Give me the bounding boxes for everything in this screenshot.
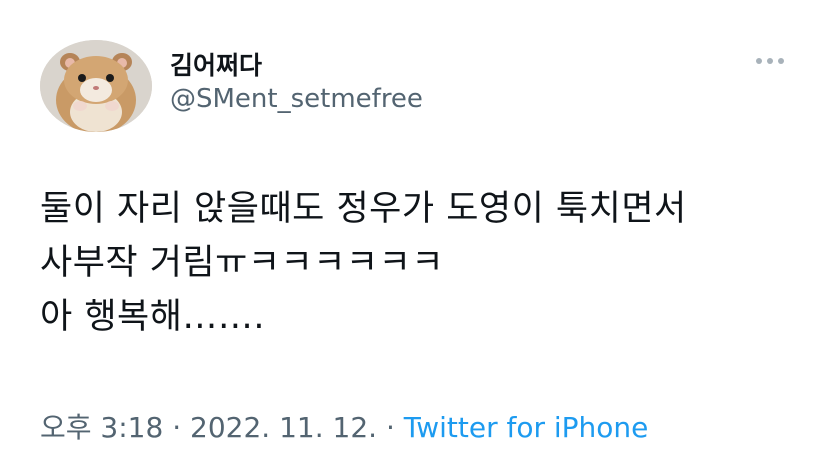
tweet-source-link[interactable]: Twitter for iPhone xyxy=(404,411,649,444)
tweet-time[interactable]: 오후 3:18 xyxy=(40,411,163,444)
author-display-name[interactable]: 김어쩌다 xyxy=(170,46,262,82)
tweet-text-line: 아 행복해……. xyxy=(40,297,266,337)
more-dot xyxy=(767,58,773,64)
meta-separator: · xyxy=(163,411,191,444)
tweet-card: 김어쩌다 @SMent_setmefree 둘이 자리 앉을때도 정우가 도영이… xyxy=(0,0,828,472)
tweet-date[interactable]: 2022. 11. 12. xyxy=(190,411,377,444)
avatar[interactable] xyxy=(40,40,152,132)
more-dot xyxy=(778,58,784,64)
tweet-meta: 오후 3:18 · 2022. 11. 12. · Twitter for iP… xyxy=(40,406,648,446)
more-dot xyxy=(756,58,762,64)
tweet-text-line: 사부작 거림ㅠㅋㅋㅋㅋㅋㅋ xyxy=(40,243,445,283)
tweet-text: 둘이 자리 앉을때도 정우가 도영이 툭치면서 사부작 거림ㅠㅋㅋㅋㅋㅋㅋ 아 … xyxy=(40,182,800,344)
meta-separator: · xyxy=(377,411,404,444)
author-handle[interactable]: @SMent_setmefree xyxy=(170,84,423,114)
hamster-avatar-icon xyxy=(40,40,152,132)
tweet-text-line: 둘이 자리 앉을때도 정우가 도영이 툭치면서 xyxy=(40,189,687,229)
more-options-icon[interactable] xyxy=(748,50,792,72)
